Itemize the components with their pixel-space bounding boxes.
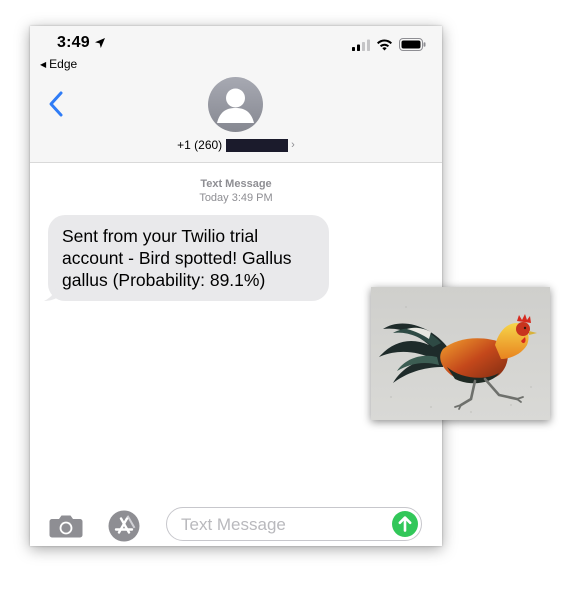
battery-icon [399, 38, 426, 51]
camera-icon[interactable] [49, 514, 83, 538]
send-arrow-icon [398, 516, 412, 532]
message-input-placeholder: Text Message [181, 515, 286, 534]
timestamp-label: Today 3:49 PM [199, 192, 273, 204]
signal-icon [352, 39, 370, 51]
message-bubble[interactable]: Sent from your Twilio trial account - Bi… [48, 215, 329, 301]
service-label: Text Message [200, 178, 272, 190]
time-label: 3:49 [57, 34, 90, 51]
app-store-icon[interactable] [108, 510, 140, 542]
back-chevron-icon[interactable] [47, 90, 67, 118]
status-icons [352, 38, 426, 51]
location-arrow-icon [94, 38, 105, 48]
conversation-header: 3:49 ◀ Edge +1 (260) › [30, 26, 442, 163]
messages-screen: 3:49 ◀ Edge +1 (260) › Text Message Toda… [30, 26, 442, 546]
send-button[interactable] [392, 511, 418, 537]
bubble-tail [44, 284, 62, 301]
back-app-label: Edge [49, 57, 78, 71]
contact-phone: +1 (260) [177, 138, 223, 152]
message-meta: Text Message Today 3:49 PM [30, 177, 442, 205]
back-to-app-link[interactable]: ◀ Edge [40, 57, 77, 71]
chevron-right-icon: › [291, 139, 295, 151]
contact-avatar-icon[interactable] [208, 77, 263, 132]
contact-name[interactable]: +1 (260) › [30, 138, 442, 152]
status-time: 3:49 [57, 34, 106, 52]
rooster-photo [371, 287, 550, 420]
wifi-icon [377, 38, 392, 50]
back-triangle-icon: ◀ [40, 59, 47, 69]
message-input[interactable]: Text Message [166, 507, 422, 541]
redacted-number [226, 138, 289, 152]
message-text: Sent from your Twilio trial account - Bi… [62, 226, 292, 290]
